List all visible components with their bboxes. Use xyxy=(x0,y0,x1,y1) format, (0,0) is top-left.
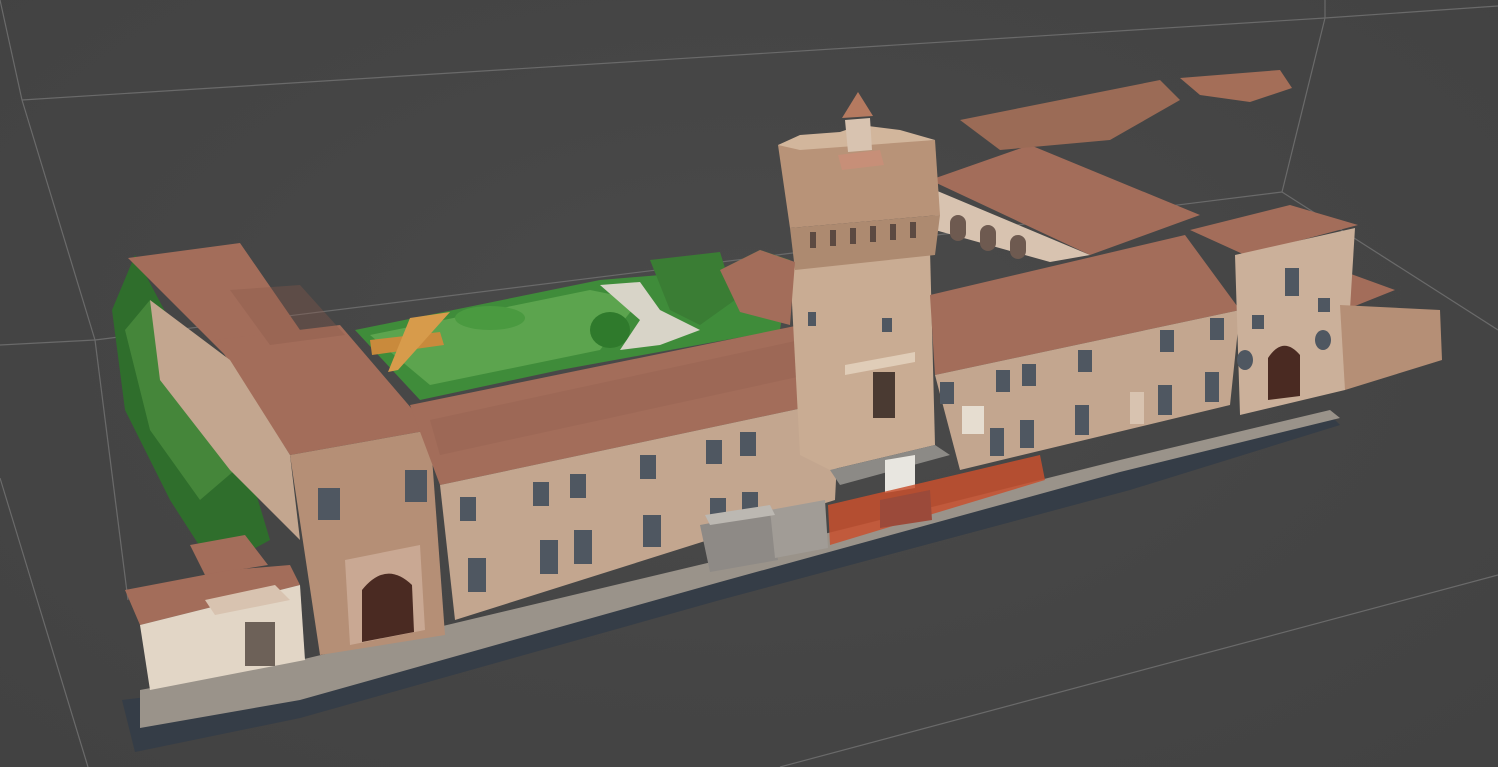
tower xyxy=(778,92,940,470)
3d-viewport[interactable] xyxy=(0,0,1498,767)
scene-canvas[interactable] xyxy=(0,0,1498,767)
